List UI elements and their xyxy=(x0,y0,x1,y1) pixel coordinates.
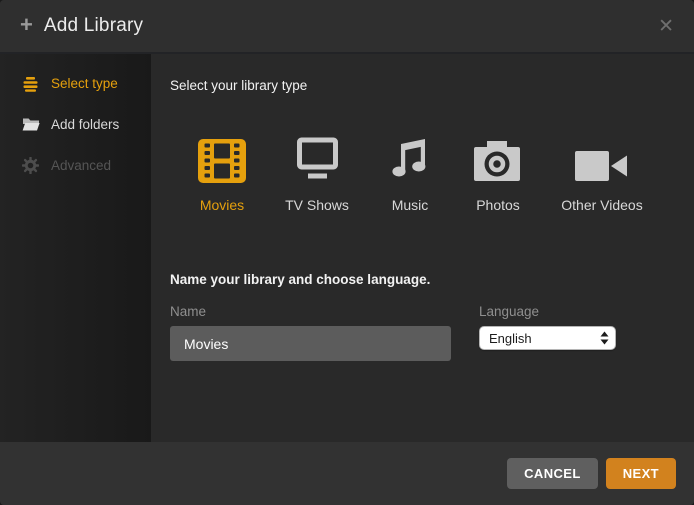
library-type-tv-shows[interactable]: TV Shows xyxy=(272,131,362,213)
library-type-music[interactable]: Music xyxy=(370,131,450,213)
name-section-title: Name your library and choose language. xyxy=(170,272,694,287)
library-type-label: Photos xyxy=(476,197,520,213)
sidebar-item-label: Advanced xyxy=(51,158,111,173)
sidebar-item-advanced: Advanced xyxy=(0,145,151,186)
type-list-icon xyxy=(21,76,40,92)
dialog-header: + Add Library ✕ xyxy=(0,0,694,54)
cancel-button[interactable]: CANCEL xyxy=(507,458,598,489)
library-type-label: Other Videos xyxy=(561,197,642,213)
language-field-label: Language xyxy=(479,304,616,319)
camera-icon xyxy=(473,131,523,183)
select-type-panel: Select your library type xyxy=(151,54,694,442)
video-camera-icon xyxy=(575,131,629,183)
name-field-group: Name xyxy=(170,304,451,361)
next-button[interactable]: NEXT xyxy=(606,458,676,489)
library-type-label: Movies xyxy=(200,197,244,213)
language-field-group: Language English xyxy=(479,304,616,350)
close-icon[interactable]: ✕ xyxy=(658,17,674,36)
tv-icon xyxy=(291,131,343,183)
plus-icon: + xyxy=(20,14,33,36)
library-name-input[interactable] xyxy=(170,326,451,361)
sidebar-item-add-folders[interactable]: Add folders xyxy=(0,104,151,145)
library-type-label: Music xyxy=(392,197,429,213)
film-icon xyxy=(198,131,246,183)
library-type-movies[interactable]: Movies xyxy=(180,131,264,213)
name-field-label: Name xyxy=(170,304,451,319)
sidebar-item-label: Select type xyxy=(51,76,118,91)
library-type-label: TV Shows xyxy=(285,197,349,213)
sidebar-item-label: Add folders xyxy=(51,117,119,132)
library-type-section-title: Select your library type xyxy=(170,78,694,93)
folder-icon xyxy=(21,117,40,132)
dialog-body: Select type Add folders xyxy=(0,54,694,442)
sidebar-item-select-type[interactable]: Select type xyxy=(0,63,151,104)
gear-icon xyxy=(21,157,40,174)
add-library-dialog: + Add Library ✕ Select type xyxy=(0,0,694,505)
library-type-row: Movies TV Shows xyxy=(180,131,694,213)
library-type-other-videos[interactable]: Other Videos xyxy=(546,131,658,213)
dialog-title: Add Library xyxy=(44,15,143,37)
name-language-fields: Name Language English xyxy=(170,304,694,361)
library-type-photos[interactable]: Photos xyxy=(458,131,538,213)
select-stepper-arrows-icon xyxy=(600,331,609,345)
music-note-icon xyxy=(388,131,432,183)
wizard-steps-sidebar: Select type Add folders xyxy=(0,54,151,442)
dialog-footer: CANCEL NEXT xyxy=(0,442,694,505)
language-select[interactable]: English xyxy=(479,326,616,350)
language-selected-value: English xyxy=(480,331,600,346)
